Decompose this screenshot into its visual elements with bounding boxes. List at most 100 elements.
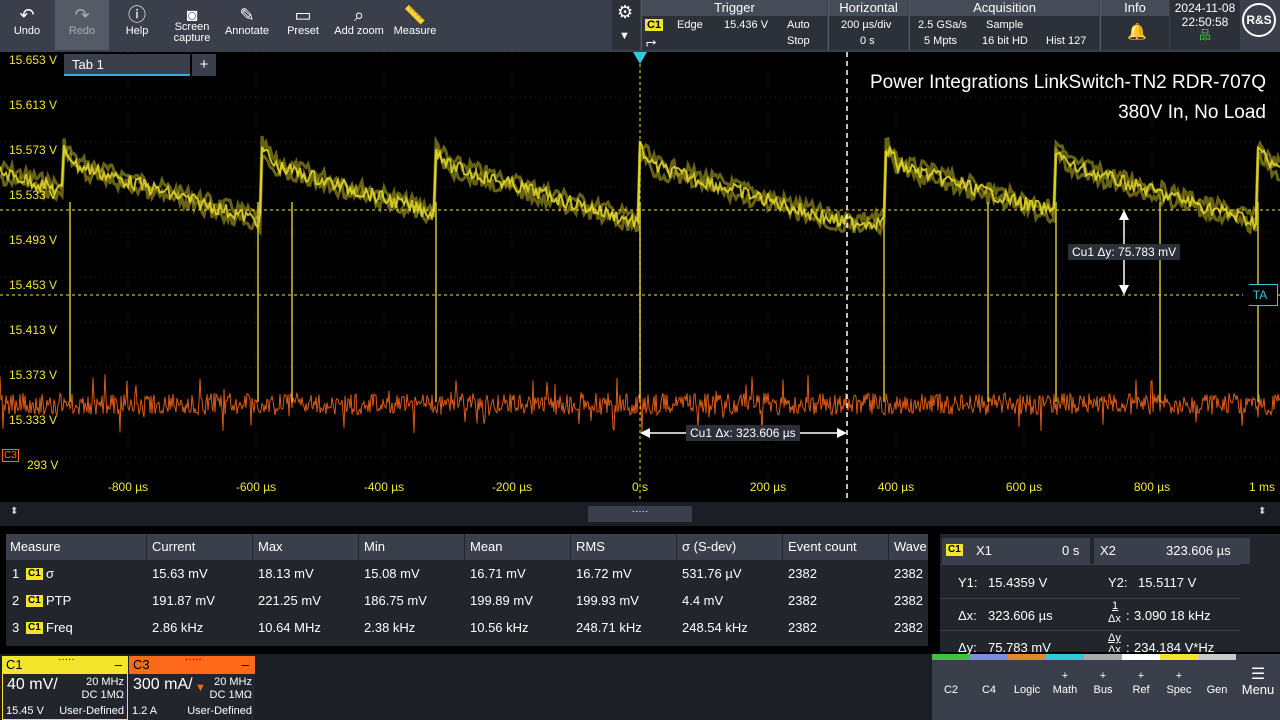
x1-label: X1 bbox=[976, 543, 992, 558]
add-tab-button[interactable]: + bbox=[192, 54, 216, 76]
dx-label: Δx: bbox=[958, 608, 977, 623]
header-min: Min bbox=[364, 539, 385, 554]
cursor-info-panel: C1 X1 0 s X2 323.606 µs Y1: 15.4359 V Y2… bbox=[940, 534, 1280, 655]
annotate-button[interactable]: ✎ Annotate bbox=[220, 0, 274, 50]
help-button[interactable]: ⓘ Help bbox=[110, 0, 164, 50]
settings-dropdown[interactable]: ⚙ ▼ bbox=[612, 0, 640, 50]
info-panel[interactable]: Info 🔔 bbox=[1100, 0, 1169, 50]
x-tick-label: -600 µs bbox=[235, 480, 277, 494]
measure-cell: 16.71 mV bbox=[470, 566, 526, 581]
add-zoom-button[interactable]: ⌕ Add zoom bbox=[331, 0, 387, 50]
channel-c3-box[interactable]: C3 ····· – 300 mA/ ▼ 20 MHz DC 1MΩ 1.2 A… bbox=[129, 654, 255, 720]
waveform-display[interactable]: Tab 1 + Power Integrations LinkSwitch-TN… bbox=[0, 52, 1280, 500]
tab-1-label: Tab 1 bbox=[72, 57, 104, 72]
c1-scale[interactable]: 40 mV/ bbox=[7, 676, 58, 694]
ratio-colon: : bbox=[1126, 640, 1130, 655]
c1-minimize-button[interactable]: – bbox=[115, 656, 122, 674]
signal-button-logic[interactable]: Logic bbox=[1008, 654, 1046, 720]
signal-button-label: Logic bbox=[1013, 684, 1041, 696]
header-mean: Mean bbox=[470, 539, 503, 554]
x2-label: X2 bbox=[1100, 543, 1116, 558]
camera-icon: ◙ bbox=[186, 5, 198, 25]
measure-channel-badge: C1 bbox=[26, 622, 43, 634]
trigger-panel[interactable]: Trigger C1 ⮣ Edge 15.436 V Auto Stop bbox=[641, 0, 827, 50]
trigger-position-marker[interactable] bbox=[633, 52, 647, 64]
cursor-channel-badge: C1 bbox=[946, 544, 963, 556]
dy-arrow-bottom bbox=[1119, 285, 1129, 295]
dy-arrow-top bbox=[1119, 210, 1129, 220]
header-max: Max bbox=[258, 539, 283, 554]
add-zoom-label: Add zoom bbox=[334, 25, 384, 37]
annotate-label: Annotate bbox=[224, 25, 270, 37]
measure-cell: 2382 bbox=[788, 566, 817, 581]
c3-grip: ····· bbox=[185, 654, 202, 665]
header-wave: Wave bbox=[894, 539, 927, 554]
measure-row[interactable]: 1 C1 σ 15.63 mV 18.13 mV 15.08 mV 16.71 mV 16.7… bbox=[6, 561, 928, 587]
measure-cell: 16.72 mV bbox=[576, 566, 632, 581]
y-tick-label: 15.573 V bbox=[9, 143, 58, 157]
header-sdev: σ (S-dev) bbox=[682, 539, 737, 554]
hamburger-icon: ☰ bbox=[1250, 666, 1266, 683]
divider-grip[interactable]: ····· bbox=[588, 506, 692, 522]
screen-title-line2: 380V In, No Load bbox=[1118, 102, 1266, 123]
horizontal-title: Horizontal bbox=[829, 0, 908, 16]
signal-button-gen[interactable]: Gen bbox=[1198, 654, 1236, 720]
signal-button-label: Math bbox=[1052, 684, 1078, 696]
measure-cell: 10.56 kHz bbox=[470, 620, 529, 635]
clock: 2024-11-08 22:50:58 品 bbox=[1170, 0, 1240, 50]
signal-button-bus[interactable]: + Bus bbox=[1084, 654, 1122, 720]
dy-label: Δy: bbox=[958, 640, 977, 655]
measure-table: Measure Current Max Min Mean RMS σ (S-de… bbox=[6, 534, 928, 646]
trigger-level: 15.436 V bbox=[724, 19, 769, 31]
c3-minimize-button[interactable]: – bbox=[242, 656, 249, 674]
header-event-count: Event count bbox=[788, 539, 857, 554]
signal-add-icon: + bbox=[1175, 670, 1183, 682]
measure-channel-badge: C1 bbox=[26, 595, 43, 607]
acquisition-panel[interactable]: Acquisition 2.5 GSa/s Sample 5 Mpts 16 b… bbox=[909, 0, 1099, 50]
measure-name: σ bbox=[46, 566, 55, 581]
signal-button-ref[interactable]: + Ref bbox=[1122, 654, 1160, 720]
redo-label: Redo bbox=[68, 25, 96, 37]
tab-1[interactable]: Tab 1 bbox=[64, 54, 190, 76]
timebase: 200 µs/div bbox=[841, 19, 892, 31]
inv-dx-numerator: 1 bbox=[1112, 600, 1119, 612]
measure-name: Freq bbox=[46, 620, 73, 635]
measure-row[interactable]: 3 C1 Freq 2.86 kHz 10.64 MHz 2.38 kHz 10.56 kH… bbox=[6, 615, 928, 641]
channel-c1-box[interactable]: C1 ····· – 40 mV/ 20 MHz DC 1MΩ 15.45 V … bbox=[2, 654, 128, 720]
c3-header: C3 ····· – bbox=[129, 654, 255, 674]
signal-button-c2[interactable]: C2 bbox=[932, 654, 970, 720]
x-tick-label: 1 ms bbox=[1248, 480, 1276, 494]
measure-row[interactable]: 2 C1 PTP 191.87 mV 221.25 mV 186.75 mV 199.89 … bbox=[6, 588, 928, 614]
horizontal-panel[interactable]: Horizontal 200 µs/div 0 s bbox=[828, 0, 908, 50]
signal-button-math[interactable]: + Math bbox=[1046, 654, 1084, 720]
measure-cell: 531.76 µV bbox=[682, 566, 742, 581]
signal-color-bar bbox=[932, 654, 970, 660]
preset-button[interactable]: ▭ Preset bbox=[276, 0, 330, 50]
trigger-channel-badge: C1 bbox=[645, 19, 664, 31]
measure-button[interactable]: 📏 Measure bbox=[388, 0, 442, 50]
menu-button[interactable]: ☰ Menu bbox=[1236, 654, 1280, 720]
redo-button[interactable]: ↷ Redo bbox=[55, 0, 109, 50]
measure-cell: 2.38 kHz bbox=[364, 620, 416, 635]
y-tick-label: 15.333 V bbox=[9, 413, 58, 427]
measure-cell: 15.63 mV bbox=[152, 566, 208, 581]
trigger-level-marker[interactable]: TA bbox=[1242, 284, 1278, 306]
panel-divider[interactable]: ⬍ ····· ⬍ bbox=[0, 502, 1280, 526]
dy-value: 75.783 mV bbox=[988, 640, 1051, 655]
c3-scale[interactable]: 300 mA/ bbox=[133, 676, 193, 694]
signal-button-c4[interactable]: C4 bbox=[970, 654, 1008, 720]
screen-capture-button[interactable]: ◙ Screen capture bbox=[165, 0, 219, 50]
bell-icon: 🔔 bbox=[1127, 24, 1147, 41]
x-tick-label: 800 µs bbox=[1133, 480, 1171, 494]
c3-body: 300 mA/ ▼ 20 MHz DC 1MΩ 1.2 A User-Defin… bbox=[129, 674, 255, 720]
signal-button-spec[interactable]: + Spec bbox=[1160, 654, 1198, 720]
record-length: 5 Mpts bbox=[924, 35, 958, 47]
pencil-icon: ✎ bbox=[239, 5, 255, 25]
y1-label: Y1: bbox=[958, 575, 978, 590]
undo-button[interactable]: ↶ Undo bbox=[0, 0, 54, 50]
c3-bandwidth: 20 MHz bbox=[214, 676, 252, 688]
c3-probe: User-Defined bbox=[187, 705, 252, 717]
measure-channel-badge: C1 bbox=[26, 568, 43, 580]
resize-arrows-right-icon: ⬍ bbox=[1258, 506, 1267, 517]
signal-button-label: Bus bbox=[1093, 684, 1113, 696]
